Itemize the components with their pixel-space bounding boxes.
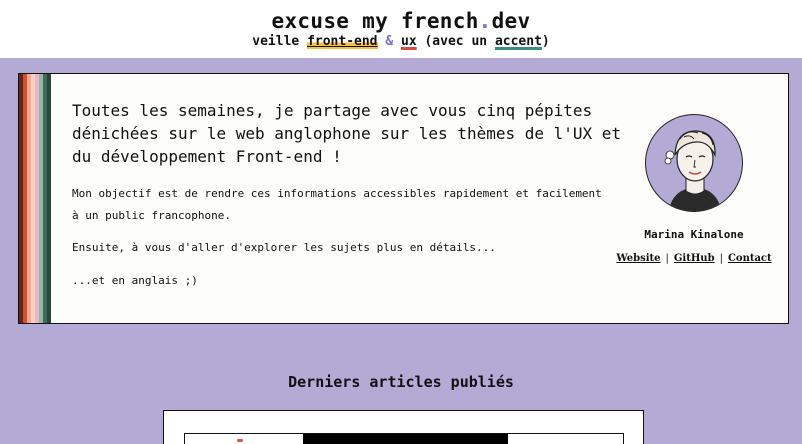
article-card[interactable] <box>163 410 644 444</box>
website-link[interactable]: Website <box>616 253 660 264</box>
tagline-accent: accent <box>494 34 542 49</box>
intro-paragraph-english: ...et en anglais ;) <box>72 274 198 287</box>
tagline-suffix: ) <box>541 34 550 49</box>
tagline-front-end: front-end <box>307 34 378 49</box>
author-avatar <box>645 114 743 212</box>
site-title-main: excuse my french <box>271 9 479 33</box>
thumbnail-dark-panel <box>303 434 508 444</box>
author-portrait-icon <box>664 130 722 211</box>
tagline-prefix: veille <box>252 34 308 49</box>
site-header: excuse my french.dev veille front-end & … <box>0 0 802 58</box>
author-links: Website | GitHub | Contact <box>611 253 777 264</box>
tagline: veille front-end & ux (avec un accent) <box>0 34 802 50</box>
author-name: Marina Kinalone <box>644 228 744 241</box>
tagline-amp: & <box>377 34 401 49</box>
link-separator: | <box>665 253 669 264</box>
intro-body: Toutes les semaines, je partage avec vou… <box>51 74 788 323</box>
tagline-ux: ux <box>401 34 417 49</box>
tagline-middle: (avec un <box>416 34 495 49</box>
decorative-stripes <box>19 74 51 323</box>
github-link[interactable]: GitHub <box>674 253 715 264</box>
contact-link[interactable]: Contact <box>728 253 772 264</box>
intro-paragraph-objective: Mon objectif est de rendre ces informati… <box>72 187 602 222</box>
article-thumbnail[interactable] <box>184 433 624 444</box>
intro-paragraph-explore: Ensuite, à vous d'aller d'explorer les s… <box>72 241 496 254</box>
intro-lead: Toutes les semaines, je partage avec vou… <box>72 101 622 166</box>
site-title[interactable]: excuse my french.dev <box>0 9 802 33</box>
intro-card: Toutes les semaines, je partage avec vou… <box>18 73 789 324</box>
latest-articles-title: Derniers articles publiés <box>288 373 514 391</box>
site-title-tld: dev <box>491 9 531 33</box>
link-separator: | <box>719 253 723 264</box>
thumbnail-accent-mark <box>237 439 243 442</box>
site-title-dot: . <box>478 9 492 33</box>
